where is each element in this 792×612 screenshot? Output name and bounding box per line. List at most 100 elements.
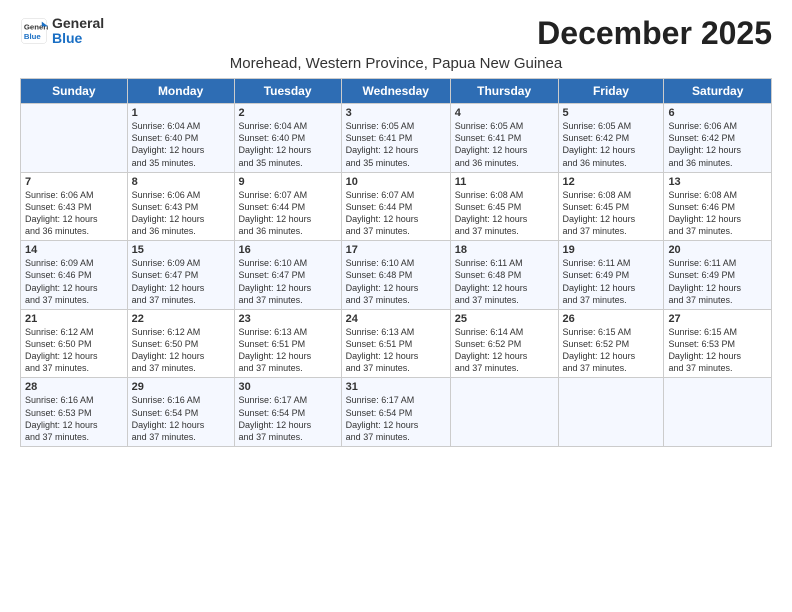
calendar-cell: 7Sunrise: 6:06 AM Sunset: 6:43 PM Daylig… <box>21 172 128 241</box>
logo: General Blue General Blue <box>20 16 104 47</box>
day-number: 11 <box>455 176 554 188</box>
day-info: Sunrise: 6:17 AM Sunset: 6:54 PM Dayligh… <box>346 394 446 443</box>
day-info: Sunrise: 6:17 AM Sunset: 6:54 PM Dayligh… <box>239 394 337 443</box>
calendar-cell: 27Sunrise: 6:15 AM Sunset: 6:53 PM Dayli… <box>664 309 772 378</box>
calendar-cell: 23Sunrise: 6:13 AM Sunset: 6:51 PM Dayli… <box>234 309 341 378</box>
day-info: Sunrise: 6:16 AM Sunset: 6:54 PM Dayligh… <box>132 394 230 443</box>
day-info: Sunrise: 6:11 AM Sunset: 6:49 PM Dayligh… <box>563 257 660 306</box>
calendar-cell: 9Sunrise: 6:07 AM Sunset: 6:44 PM Daylig… <box>234 172 341 241</box>
calendar-cell: 21Sunrise: 6:12 AM Sunset: 6:50 PM Dayli… <box>21 309 128 378</box>
calendar-cell: 22Sunrise: 6:12 AM Sunset: 6:50 PM Dayli… <box>127 309 234 378</box>
day-info: Sunrise: 6:07 AM Sunset: 6:44 PM Dayligh… <box>346 189 446 238</box>
day-info: Sunrise: 6:10 AM Sunset: 6:48 PM Dayligh… <box>346 257 446 306</box>
day-info: Sunrise: 6:12 AM Sunset: 6:50 PM Dayligh… <box>132 326 230 375</box>
day-number: 10 <box>346 176 446 188</box>
day-info: Sunrise: 6:13 AM Sunset: 6:51 PM Dayligh… <box>239 326 337 375</box>
week-row-4: 28Sunrise: 6:16 AM Sunset: 6:53 PM Dayli… <box>21 378 772 447</box>
calendar-cell: 25Sunrise: 6:14 AM Sunset: 6:52 PM Dayli… <box>450 309 558 378</box>
day-number: 18 <box>455 244 554 256</box>
calendar-cell: 2Sunrise: 6:04 AM Sunset: 6:40 PM Daylig… <box>234 104 341 173</box>
day-number: 28 <box>25 381 123 393</box>
day-info: Sunrise: 6:15 AM Sunset: 6:52 PM Dayligh… <box>563 326 660 375</box>
calendar-cell: 1Sunrise: 6:04 AM Sunset: 6:40 PM Daylig… <box>127 104 234 173</box>
calendar-cell: 3Sunrise: 6:05 AM Sunset: 6:41 PM Daylig… <box>341 104 450 173</box>
day-info: Sunrise: 6:04 AM Sunset: 6:40 PM Dayligh… <box>132 120 230 169</box>
calendar-cell: 18Sunrise: 6:11 AM Sunset: 6:48 PM Dayli… <box>450 241 558 310</box>
day-number: 16 <box>239 244 337 256</box>
day-info: Sunrise: 6:12 AM Sunset: 6:50 PM Dayligh… <box>25 326 123 375</box>
week-row-3: 21Sunrise: 6:12 AM Sunset: 6:50 PM Dayli… <box>21 309 772 378</box>
week-row-0: 1Sunrise: 6:04 AM Sunset: 6:40 PM Daylig… <box>21 104 772 173</box>
calendar-cell: 8Sunrise: 6:06 AM Sunset: 6:43 PM Daylig… <box>127 172 234 241</box>
day-number: 9 <box>239 176 337 188</box>
day-number: 8 <box>132 176 230 188</box>
day-number: 22 <box>132 313 230 325</box>
day-number: 2 <box>239 107 337 119</box>
header-cell-friday: Friday <box>558 79 664 104</box>
day-info: Sunrise: 6:10 AM Sunset: 6:47 PM Dayligh… <box>239 257 337 306</box>
calendar-cell: 17Sunrise: 6:10 AM Sunset: 6:48 PM Dayli… <box>341 241 450 310</box>
header: General Blue General Blue December 2025 <box>20 16 772 51</box>
calendar-cell: 10Sunrise: 6:07 AM Sunset: 6:44 PM Dayli… <box>341 172 450 241</box>
day-info: Sunrise: 6:13 AM Sunset: 6:51 PM Dayligh… <box>346 326 446 375</box>
day-info: Sunrise: 6:16 AM Sunset: 6:53 PM Dayligh… <box>25 394 123 443</box>
week-row-1: 7Sunrise: 6:06 AM Sunset: 6:43 PM Daylig… <box>21 172 772 241</box>
day-number: 1 <box>132 107 230 119</box>
calendar-header: SundayMondayTuesdayWednesdayThursdayFrid… <box>21 79 772 104</box>
calendar-cell: 15Sunrise: 6:09 AM Sunset: 6:47 PM Dayli… <box>127 241 234 310</box>
day-info: Sunrise: 6:05 AM Sunset: 6:41 PM Dayligh… <box>346 120 446 169</box>
day-number: 31 <box>346 381 446 393</box>
calendar-cell: 13Sunrise: 6:08 AM Sunset: 6:46 PM Dayli… <box>664 172 772 241</box>
calendar-cell <box>558 378 664 447</box>
day-number: 17 <box>346 244 446 256</box>
page: General Blue General Blue December 2025 … <box>0 0 792 457</box>
day-number: 26 <box>563 313 660 325</box>
calendar-cell: 11Sunrise: 6:08 AM Sunset: 6:45 PM Dayli… <box>450 172 558 241</box>
day-number: 20 <box>668 244 767 256</box>
day-number: 30 <box>239 381 337 393</box>
day-number: 12 <box>563 176 660 188</box>
calendar-cell: 31Sunrise: 6:17 AM Sunset: 6:54 PM Dayli… <box>341 378 450 447</box>
header-cell-monday: Monday <box>127 79 234 104</box>
day-number: 15 <box>132 244 230 256</box>
day-info: Sunrise: 6:11 AM Sunset: 6:49 PM Dayligh… <box>668 257 767 306</box>
header-cell-saturday: Saturday <box>664 79 772 104</box>
calendar-body: 1Sunrise: 6:04 AM Sunset: 6:40 PM Daylig… <box>21 104 772 447</box>
day-number: 24 <box>346 313 446 325</box>
day-info: Sunrise: 6:04 AM Sunset: 6:40 PM Dayligh… <box>239 120 337 169</box>
calendar-cell: 24Sunrise: 6:13 AM Sunset: 6:51 PM Dayli… <box>341 309 450 378</box>
day-number: 25 <box>455 313 554 325</box>
day-number: 4 <box>455 107 554 119</box>
day-info: Sunrise: 6:06 AM Sunset: 6:42 PM Dayligh… <box>668 120 767 169</box>
day-info: Sunrise: 6:08 AM Sunset: 6:45 PM Dayligh… <box>563 189 660 238</box>
calendar-cell <box>450 378 558 447</box>
calendar-cell <box>664 378 772 447</box>
logo-text: General Blue <box>52 16 104 47</box>
day-info: Sunrise: 6:07 AM Sunset: 6:44 PM Dayligh… <box>239 189 337 238</box>
calendar-cell: 28Sunrise: 6:16 AM Sunset: 6:53 PM Dayli… <box>21 378 128 447</box>
day-info: Sunrise: 6:09 AM Sunset: 6:46 PM Dayligh… <box>25 257 123 306</box>
subtitle: Morehead, Western Province, Papua New Gu… <box>20 55 772 72</box>
calendar-table: SundayMondayTuesdayWednesdayThursdayFrid… <box>20 78 772 447</box>
calendar-cell <box>21 104 128 173</box>
logo-icon: General Blue <box>20 17 48 45</box>
day-number: 7 <box>25 176 123 188</box>
day-number: 3 <box>346 107 446 119</box>
header-cell-tuesday: Tuesday <box>234 79 341 104</box>
calendar-cell: 26Sunrise: 6:15 AM Sunset: 6:52 PM Dayli… <box>558 309 664 378</box>
day-info: Sunrise: 6:14 AM Sunset: 6:52 PM Dayligh… <box>455 326 554 375</box>
header-cell-wednesday: Wednesday <box>341 79 450 104</box>
calendar-cell: 5Sunrise: 6:05 AM Sunset: 6:42 PM Daylig… <box>558 104 664 173</box>
calendar-cell: 30Sunrise: 6:17 AM Sunset: 6:54 PM Dayli… <box>234 378 341 447</box>
calendar-cell: 12Sunrise: 6:08 AM Sunset: 6:45 PM Dayli… <box>558 172 664 241</box>
day-number: 14 <box>25 244 123 256</box>
day-number: 19 <box>563 244 660 256</box>
calendar-cell: 29Sunrise: 6:16 AM Sunset: 6:54 PM Dayli… <box>127 378 234 447</box>
calendar-cell: 19Sunrise: 6:11 AM Sunset: 6:49 PM Dayli… <box>558 241 664 310</box>
day-info: Sunrise: 6:09 AM Sunset: 6:47 PM Dayligh… <box>132 257 230 306</box>
day-number: 23 <box>239 313 337 325</box>
day-number: 5 <box>563 107 660 119</box>
day-info: Sunrise: 6:05 AM Sunset: 6:41 PM Dayligh… <box>455 120 554 169</box>
header-cell-sunday: Sunday <box>21 79 128 104</box>
title-block: December 2025 <box>537 16 772 51</box>
